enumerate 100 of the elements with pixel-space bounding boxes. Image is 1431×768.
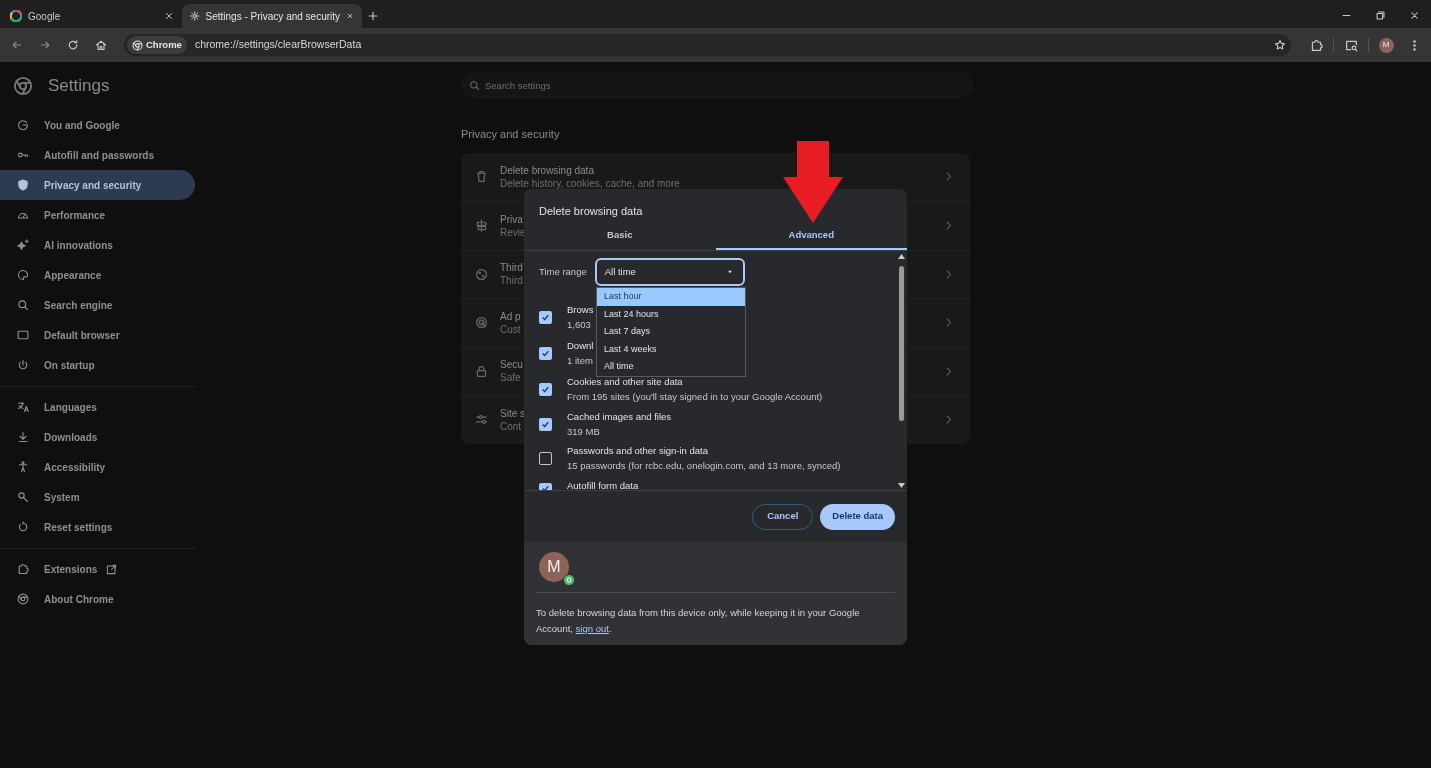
checkmark-icon — [541, 419, 550, 429]
site-chip[interactable]: Chrome — [127, 36, 187, 54]
settings-title: Settings — [48, 75, 110, 98]
profile-avatar[interactable]: M — [1378, 37, 1394, 53]
search-field[interactable]: Search settings — [461, 72, 973, 98]
sidebar-item[interactable]: Performance — [0, 200, 195, 230]
sidebar-item[interactable]: AI innovations — [0, 230, 195, 260]
row-title: Ad p — [500, 309, 521, 323]
palette-icon — [17, 269, 29, 281]
target-icon — [475, 316, 488, 330]
time-range-label: Time range — [539, 264, 587, 279]
download-icon — [17, 431, 29, 443]
home-icon — [95, 39, 107, 51]
sidebar-item[interactable]: On startup — [0, 350, 195, 380]
google-logo-icon — [10, 10, 22, 22]
option-detail: 15 passwords (for rcbc.edu, onelogin.com, and 13 more, synced) — [567, 459, 841, 473]
gear-icon — [190, 10, 200, 22]
option-title: Passwords and other sign-in data — [567, 444, 709, 458]
chrome-logo-icon — [132, 39, 143, 51]
back-icon — [11, 39, 23, 51]
checkbox[interactable] — [539, 346, 552, 360]
accessibility-icon — [17, 461, 29, 473]
browser-tab[interactable]: Google — [2, 4, 182, 28]
cookie-icon — [475, 267, 488, 281]
power-icon — [17, 359, 29, 371]
option-detail: 319 MB — [567, 425, 601, 439]
delete-data-button[interactable]: Delete data — [820, 503, 895, 530]
sign-out-note: To delete browsing data from this device only, while keeping it in your Google Account, sign out. — [536, 606, 861, 636]
search-icon — [17, 299, 29, 311]
trash-icon — [475, 170, 488, 184]
sidebar-item[interactable]: Appearance — [0, 260, 195, 290]
dialog-tab[interactable]: Advanced — [715, 222, 907, 250]
chrome-logo-icon — [13, 76, 33, 96]
reset-icon — [17, 521, 29, 533]
scrollbar[interactable] — [897, 251, 906, 490]
bookmark-star-icon — [1274, 39, 1286, 51]
row-title: Delete browsing data — [500, 163, 594, 177]
row-subtitle: Cust — [500, 322, 521, 336]
browser-tab[interactable]: Settings - Privacy and security — [182, 4, 362, 28]
sidebar-item[interactable]: About Chrome — [0, 584, 195, 614]
sidebar-item[interactable]: Downloads — [0, 422, 195, 452]
sign-out-link[interactable]: sign out — [575, 623, 609, 634]
external-link-icon — [106, 563, 118, 575]
account-avatar: M — [539, 552, 569, 582]
close-icon — [1408, 9, 1420, 21]
row-subtitle: Cont — [500, 419, 522, 433]
dialog-tab[interactable]: Basic — [524, 222, 716, 250]
checkmark-icon — [541, 312, 550, 322]
checkbox[interactable] — [539, 451, 552, 465]
dropdown-option[interactable]: Last 4 weeks — [597, 340, 745, 359]
option-detail: 1 item — [567, 354, 594, 368]
dropdown-option[interactable]: Last hour — [597, 288, 745, 306]
dropdown-option[interactable]: Last 7 days — [597, 323, 745, 341]
sidebar-item[interactable]: You and Google — [0, 110, 195, 140]
sidebar-item[interactable]: System — [0, 482, 195, 512]
new-tab-icon — [367, 10, 379, 22]
option-title: Cached images and files — [567, 410, 672, 424]
sidebar-item[interactable]: Accessibility — [0, 452, 195, 482]
row-subtitle: Safe — [500, 371, 521, 385]
forward-icon — [39, 39, 51, 51]
sidebar-item[interactable]: Autofill and passwords — [0, 140, 195, 170]
checkmark-icon — [541, 348, 550, 358]
option-detail: From 195 sites (you'll stay signed in to your Google Account) — [567, 390, 823, 404]
sparkle-icon — [17, 239, 29, 251]
row-title: Priva — [500, 212, 523, 226]
option-title: Autofill form data — [567, 479, 639, 490]
time-range-select[interactable]: All time — [594, 258, 745, 286]
sidebar-item[interactable]: Reset settings — [0, 512, 195, 542]
restore-icon — [1374, 9, 1386, 21]
signpost-icon — [475, 219, 488, 233]
dropdown-option[interactable]: Last 24 hours — [597, 305, 745, 324]
chrome-logo-icon — [17, 593, 29, 605]
checkbox[interactable] — [539, 382, 552, 396]
row-title: Secu — [500, 358, 523, 372]
sidebar-item[interactable]: Extensions — [0, 554, 195, 584]
sidebar-item[interactable]: Search engine — [0, 290, 195, 320]
checkbox[interactable] — [539, 310, 552, 324]
row-title: Third — [500, 261, 523, 275]
checkmark-icon — [541, 384, 550, 394]
option-title: Brows — [567, 303, 594, 317]
address-bar-url: chrome://settings/clearBrowserData — [194, 37, 362, 53]
checkbox[interactable] — [539, 417, 552, 431]
row-subtitle: Third — [500, 274, 523, 288]
section-heading: Privacy and security — [461, 127, 561, 142]
option-title: Downl — [567, 339, 594, 353]
sync-badge-icon — [563, 574, 575, 586]
extensions-icon — [1309, 38, 1323, 52]
dropdown-option[interactable]: All time — [597, 358, 745, 376]
reload-icon — [67, 39, 79, 51]
sidebar-item[interactable]: Default browser — [0, 320, 195, 350]
puzzle-icon — [17, 563, 29, 575]
sidebar-item[interactable]: Languages — [0, 392, 195, 422]
window-icon — [17, 329, 29, 341]
close-icon — [346, 11, 354, 21]
sidebar-item[interactable]: Privacy and security — [0, 170, 195, 200]
option-detail: 1,603 — [567, 318, 592, 332]
g-letter-icon — [17, 119, 29, 131]
tab-search-icon — [1344, 38, 1358, 52]
row-subtitle: Revie — [500, 225, 526, 239]
search-icon — [469, 80, 480, 91]
